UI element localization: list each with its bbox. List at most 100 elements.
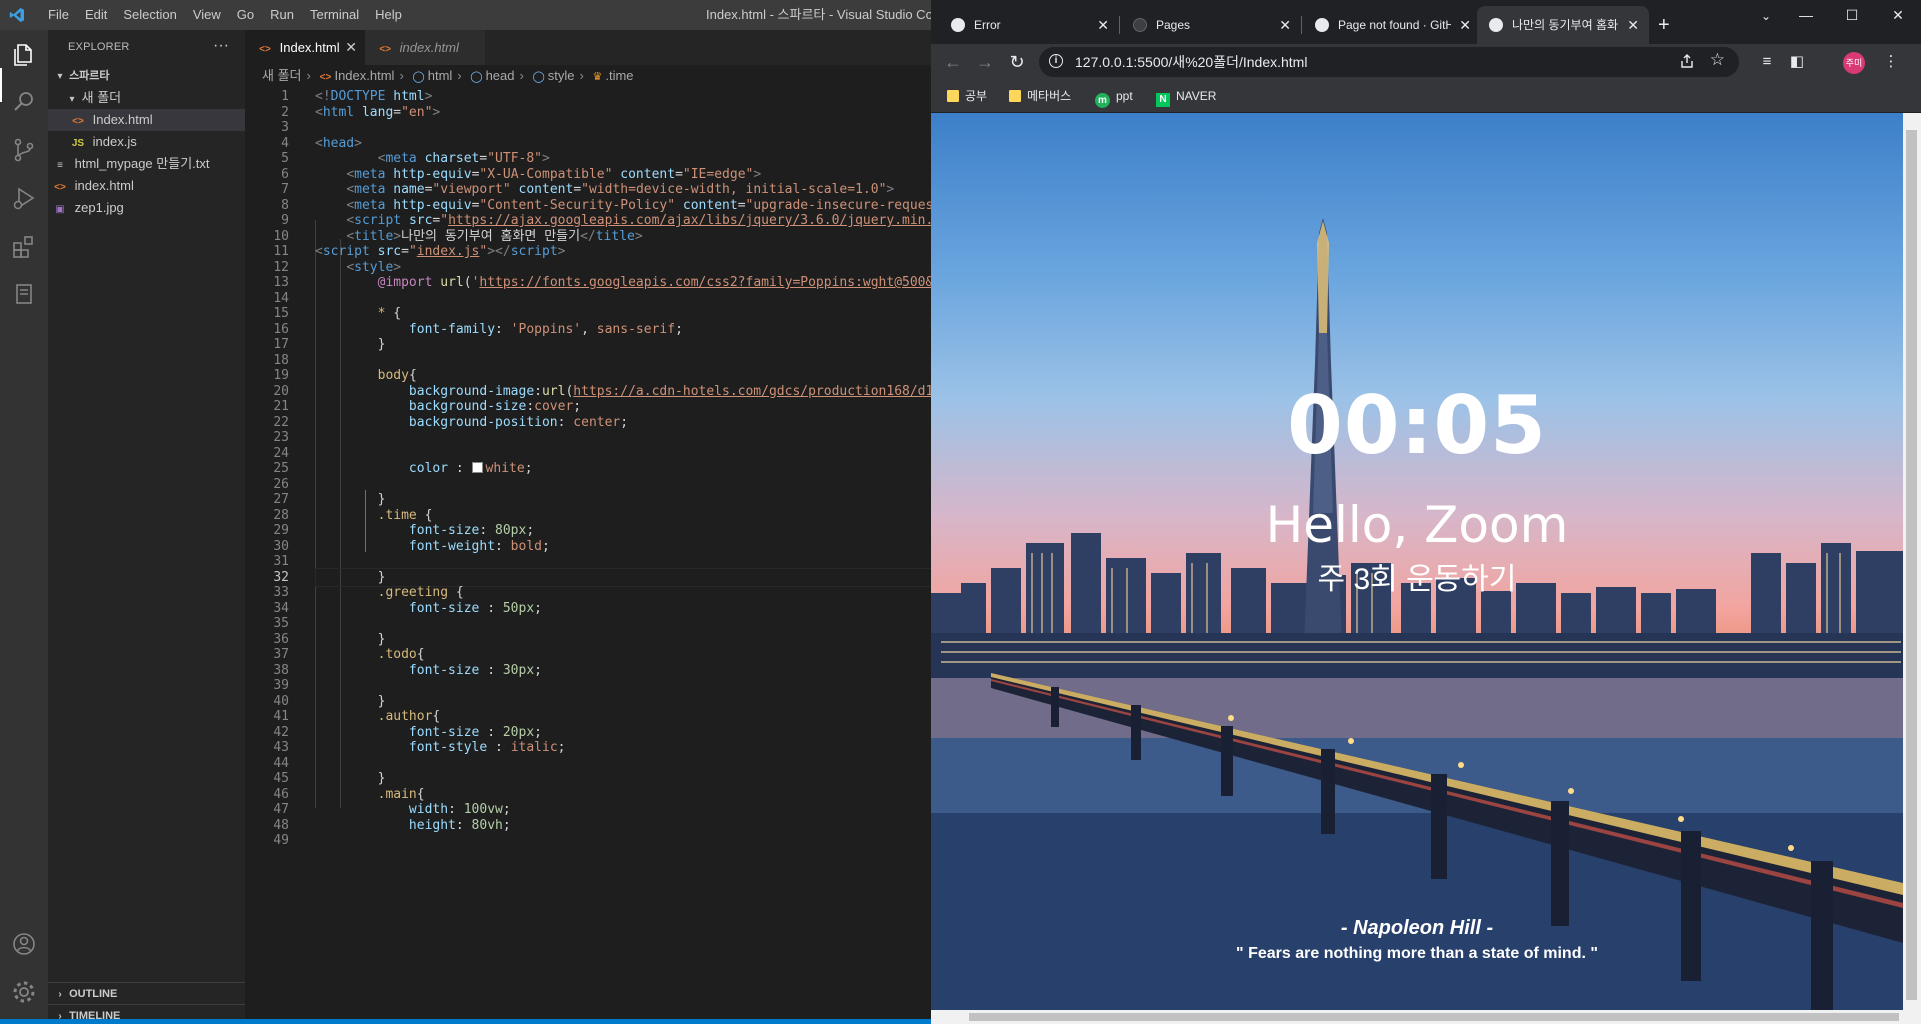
bookmark-folder-study[interactable]: 공부 bbox=[947, 80, 987, 112]
browser-tab-active[interactable]: 나만의 동기부여 홈화면 만들기 ✕ bbox=[1477, 6, 1649, 44]
explorer-files-icon[interactable] bbox=[10, 40, 38, 68]
menu-run[interactable]: Run bbox=[262, 0, 302, 30]
color-swatch[interactable] bbox=[471, 462, 483, 473]
folder-new[interactable]: ▾ 새 폴더 bbox=[48, 87, 245, 109]
close-window-icon[interactable]: ✕ bbox=[1875, 0, 1921, 30]
close-icon[interactable]: ✕ bbox=[1279, 6, 1291, 44]
menu-bar: File Edit Selection View Go Run Terminal… bbox=[40, 0, 410, 30]
file-item[interactable]: ▣ zep1.jpg bbox=[48, 197, 245, 219]
close-icon[interactable]: ✕ bbox=[1627, 6, 1639, 44]
url-text[interactable]: 127.0.0.1:5500/새%20폴더/Index.html bbox=[1075, 47, 1307, 77]
kebab-menu-icon[interactable]: ⋮ bbox=[1881, 52, 1901, 72]
breadcrumb-item[interactable]: html bbox=[428, 68, 453, 83]
menu-selection[interactable]: Selection bbox=[115, 0, 184, 30]
browser-tab-page-not-found[interactable]: Page not found · GitHub ✕ bbox=[1303, 6, 1481, 44]
search-icon[interactable] bbox=[10, 88, 38, 116]
menu-help[interactable]: Help bbox=[367, 0, 410, 30]
profile-avatar[interactable]: 주미 bbox=[1843, 52, 1865, 74]
media-controls-icon[interactable]: ≡ bbox=[1757, 52, 1777, 72]
bookmark-naver[interactable]: N NAVER bbox=[1156, 80, 1216, 112]
menu-view[interactable]: View bbox=[185, 0, 229, 30]
html-file-icon: <> bbox=[54, 182, 66, 193]
text-file-icon: ≡ bbox=[57, 160, 63, 171]
share-icon[interactable] bbox=[1679, 53, 1695, 69]
vscode-titlebar: File Edit Selection View Go Run Terminal… bbox=[0, 0, 931, 30]
file-name: zep1.jpg bbox=[74, 200, 124, 215]
breadcrumb-item[interactable]: .time bbox=[605, 68, 633, 83]
extensions-icon[interactable] bbox=[10, 232, 38, 260]
settings-gear-icon[interactable] bbox=[10, 978, 38, 1006]
js-file-icon: JS bbox=[71, 138, 85, 149]
folder-label: 새 폴더 bbox=[81, 90, 122, 105]
tab-index-html[interactable]: <> Index.html ✕ bbox=[245, 30, 365, 65]
tab-search-icon[interactable]: ⌄ bbox=[1751, 4, 1781, 28]
symbol-class-icon: ♛ bbox=[592, 71, 603, 83]
reload-icon[interactable]: ↻ bbox=[1003, 48, 1031, 76]
side-panel-icon[interactable]: ◧ bbox=[1787, 52, 1807, 72]
horizontal-scrollbar-thumb[interactable] bbox=[969, 1013, 1899, 1021]
tab-index-html-preview[interactable]: <> index.html bbox=[365, 30, 485, 65]
browser-tab-pages[interactable]: Pages ✕ bbox=[1121, 6, 1301, 44]
forward-arrow-icon[interactable]: → bbox=[971, 48, 999, 76]
close-icon[interactable]: ✕ bbox=[345, 30, 357, 65]
page-viewport[interactable]: 00:05 Hello, Zoom 주 3회 운동하기 - Napoleon H… bbox=[931, 113, 1903, 1010]
tab-title: Pages bbox=[1156, 18, 1191, 32]
run-debug-icon[interactable] bbox=[10, 184, 38, 212]
file-name: Index.html bbox=[92, 112, 153, 127]
info-icon[interactable]: i bbox=[1049, 54, 1063, 68]
browser-tab-error[interactable]: Error ✕ bbox=[939, 6, 1119, 44]
breadcrumb: 새 폴더 › <> Index.html › ◯ html › ◯ head › ◯ style… bbox=[262, 65, 634, 87]
chrome-window: Error ✕ Pages ✕ Page not found · GitHub … bbox=[931, 0, 1921, 1024]
menu-edit[interactable]: Edit bbox=[77, 0, 115, 30]
workspace-root-label: 스파르타 bbox=[69, 70, 110, 82]
window-controls: — ☐ ✕ bbox=[1783, 0, 1921, 30]
workspace-root[interactable]: ▾ 스파르타 bbox=[48, 65, 245, 87]
explorer-sidebar: EXPLORER ··· ▾ 스파르타 ▾ 새 폴더 <> Index.html… bbox=[48, 30, 245, 1024]
file-item[interactable]: ≡ html_mypage 만들기.txt bbox=[48, 153, 245, 175]
source-control-icon[interactable] bbox=[10, 136, 38, 164]
breadcrumb-item[interactable]: Index.html bbox=[334, 68, 394, 83]
file-item[interactable]: <> index.html bbox=[48, 175, 245, 197]
chevron-right-icon: › bbox=[399, 68, 404, 83]
quote-text: " Fears are nothing more than a state of… bbox=[1236, 945, 1598, 962]
vscode-logo-icon bbox=[9, 8, 24, 22]
bookmark-ppt[interactable]: m ppt bbox=[1095, 80, 1133, 112]
breadcrumb-item[interactable]: style bbox=[548, 68, 575, 83]
back-arrow-icon[interactable]: ← bbox=[939, 48, 967, 76]
new-tab-button[interactable]: + bbox=[1658, 8, 1670, 42]
file-item[interactable]: JS index.js bbox=[48, 131, 245, 153]
symbol-element-icon: ◯ bbox=[470, 71, 483, 83]
close-icon[interactable]: ✕ bbox=[1459, 6, 1471, 44]
maximize-icon[interactable]: ☐ bbox=[1829, 0, 1875, 30]
file-item[interactable]: <> Index.html bbox=[48, 109, 245, 131]
bookmark-star-icon[interactable]: ☆ bbox=[1710, 50, 1725, 70]
greeting-text: Hello, Zoom bbox=[1265, 496, 1569, 554]
bookmark-label: ppt bbox=[1116, 89, 1133, 103]
menu-terminal[interactable]: Terminal bbox=[302, 0, 367, 30]
minimize-icon[interactable]: — bbox=[1783, 0, 1829, 30]
chevron-down-icon: ▾ bbox=[57, 71, 63, 82]
breadcrumb-item[interactable]: 새 폴더 bbox=[262, 68, 302, 83]
chevron-right-icon: › bbox=[306, 68, 311, 83]
accounts-icon[interactable] bbox=[10, 930, 38, 958]
html-file-icon: <> bbox=[72, 116, 84, 127]
menu-go[interactable]: Go bbox=[229, 0, 262, 30]
vertical-scrollbar-thumb[interactable] bbox=[1906, 130, 1917, 1000]
quote-author: - Napoleon Hill - bbox=[1340, 917, 1494, 939]
more-actions-icon[interactable]: ··· bbox=[213, 30, 229, 62]
outline-section[interactable]: › OUTLINE bbox=[48, 982, 245, 1005]
chevron-right-icon: › bbox=[579, 68, 584, 83]
file-name: html_mypage 만들기.txt bbox=[74, 156, 210, 171]
file-name: index.js bbox=[92, 134, 137, 149]
address-bar[interactable]: i 127.0.0.1:5500/새%20폴더/Index.html ☆ bbox=[1039, 47, 1739, 77]
remote-explorer-icon[interactable] bbox=[10, 280, 38, 308]
activity-bar bbox=[0, 30, 48, 1024]
close-icon[interactable]: ✕ bbox=[1097, 6, 1109, 44]
code-editor[interactable]: 1 <!DOCTYPE html> 2 <html lang="en"> 3 4 <h… bbox=[245, 87, 931, 1024]
breadcrumb-item[interactable]: head bbox=[486, 68, 515, 83]
tab-title: Error bbox=[974, 18, 1001, 32]
ppt-icon: m bbox=[1095, 93, 1110, 108]
menu-file[interactable]: File bbox=[40, 0, 77, 30]
bookmark-folder-metaverse[interactable]: 메타버스 bbox=[1009, 80, 1071, 112]
folder-icon bbox=[947, 90, 959, 102]
